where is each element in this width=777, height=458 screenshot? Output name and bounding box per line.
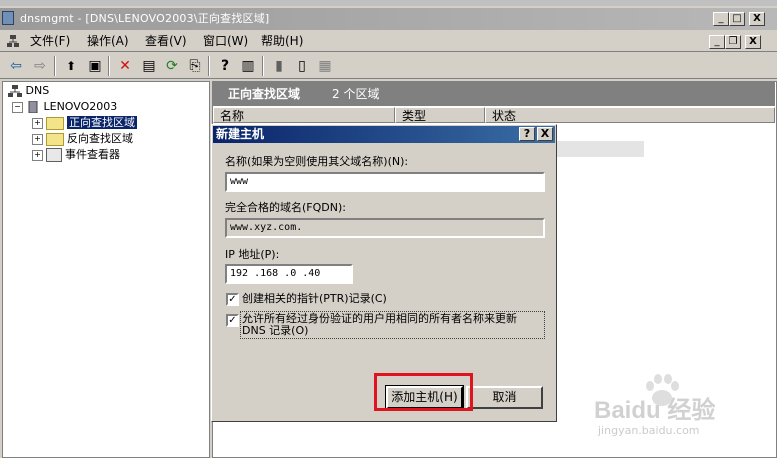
expand-icon[interactable]: + <box>32 117 43 129</box>
baidu-watermark: Baidu 经验 jingyan.baidu.com <box>592 372 762 442</box>
watermark-text: Baidu 经验 <box>594 397 716 424</box>
delete-icon[interactable]: ✕ <box>115 56 135 76</box>
dialog-help-button[interactable]: ? <box>519 127 535 141</box>
watermark-url: jingyan.baidu.com <box>598 424 700 437</box>
up-folder-icon[interactable]: ⬆ <box>61 56 81 76</box>
column-header-status[interactable]: 状态 <box>485 107 775 123</box>
folder-icon <box>46 132 64 146</box>
dns-icon <box>8 85 22 97</box>
allow-update-checkbox[interactable]: ✓ <box>226 314 239 327</box>
maximize-button[interactable]: □ <box>729 12 745 26</box>
fqdn-field: www.xyz.com. <box>225 218 545 238</box>
window-icon <box>2 11 14 25</box>
column-header-type[interactable]: 类型 <box>395 107 485 123</box>
event-viewer-icon <box>46 148 62 162</box>
back-arrow-icon[interactable]: ⇦ <box>6 56 26 76</box>
tree-server-label: LENOVO2003 <box>43 100 118 113</box>
document-icon[interactable]: ▯ <box>292 56 312 76</box>
tree-item-label: 正向查找区域 <box>67 116 137 129</box>
create-ptr-label: 创建相关的指针(PTR)记录(C) <box>242 292 387 305</box>
dns-tree-icon <box>7 35 19 47</box>
tree-item-label: 反向查找区域 <box>67 132 133 145</box>
column-header-name[interactable]: 名称 <box>213 107 395 123</box>
tree-root[interactable]: DNS <box>8 83 49 99</box>
ip-label: IP 地址(P): <box>225 248 280 261</box>
close-button[interactable]: X <box>749 12 765 26</box>
ip-address-input[interactable]: 192 .168 .0 .40 <box>225 264 353 284</box>
toolbar-separator <box>108 56 110 76</box>
list-row-shaded[interactable] <box>557 141 644 157</box>
toolbar-separator <box>208 56 210 76</box>
allow-update-label-line2: DNS 记录(O) <box>242 324 309 337</box>
menu-view[interactable]: 查看(V) <box>145 33 187 49</box>
collapse-icon[interactable]: − <box>12 101 23 113</box>
cancel-button[interactable]: 取消 <box>466 386 543 409</box>
content-header-count: 2 个区域 <box>332 87 380 101</box>
export-list-icon[interactable]: ⎘ <box>185 56 205 76</box>
zone-icon[interactable]: ▦ <box>315 56 335 76</box>
tree-root-label: DNS <box>25 84 50 97</box>
menu-file[interactable]: 文件(F) <box>30 33 70 49</box>
inner-minimize-button[interactable]: _ <box>709 35 725 49</box>
properties-icon[interactable]: ▤ <box>139 56 159 76</box>
inner-restore-button[interactable]: ❐ <box>725 35 741 49</box>
fqdn-label: 完全合格的域名(FQDN): <box>225 201 346 214</box>
menu-window[interactable]: 窗口(W) <box>203 33 248 49</box>
forward-arrow-icon[interactable]: ⇨ <box>30 56 50 76</box>
tree-item-reverse-zone[interactable]: + 反向查找区域 <box>32 131 133 147</box>
content-header-title: 正向查找区域 <box>228 87 301 101</box>
expand-icon[interactable]: + <box>32 133 43 145</box>
dialog-close-button[interactable]: X <box>537 127 553 141</box>
window-title: dnsmgmt - [DNS\LENOVO2003\正向查找区域] <box>20 12 270 25</box>
top-strip <box>0 0 777 6</box>
create-ptr-checkbox[interactable]: ✓ <box>226 293 239 306</box>
minimize-button[interactable]: _ <box>713 12 729 26</box>
name-label: 名称(如果为空则使用其父域名称)(N): <box>225 155 409 168</box>
refresh-icon[interactable]: ⟳ <box>162 56 182 76</box>
show-hide-tree-icon[interactable]: ▣ <box>85 56 105 76</box>
console-icon[interactable]: ▥ <box>238 56 258 76</box>
dialog-title: 新建主机 <box>213 126 555 143</box>
tree-item-forward-zone[interactable]: + 正向查找区域 <box>32 115 137 131</box>
name-input[interactable]: www <box>225 172 545 192</box>
tree-item-event-viewer[interactable]: + 事件查看器 <box>32 147 120 163</box>
menu-help[interactable]: 帮助(H) <box>261 33 303 49</box>
toolbar-separator <box>54 56 56 76</box>
tree-item-label: 事件查看器 <box>65 148 120 161</box>
server-icon <box>28 100 38 114</box>
highlight-box <box>374 373 473 411</box>
toolbar-separator <box>262 56 264 76</box>
server-icon[interactable]: ▮ <box>269 56 289 76</box>
inner-close-button[interactable]: X <box>745 35 761 49</box>
expand-icon[interactable]: + <box>32 149 43 161</box>
tree-server[interactable]: − LENOVO2003 <box>12 99 117 115</box>
menu-action[interactable]: 操作(A) <box>87 33 129 49</box>
help-icon[interactable]: ? <box>215 56 235 76</box>
folder-icon <box>46 116 64 130</box>
app-menu-icon[interactable] <box>6 34 20 48</box>
